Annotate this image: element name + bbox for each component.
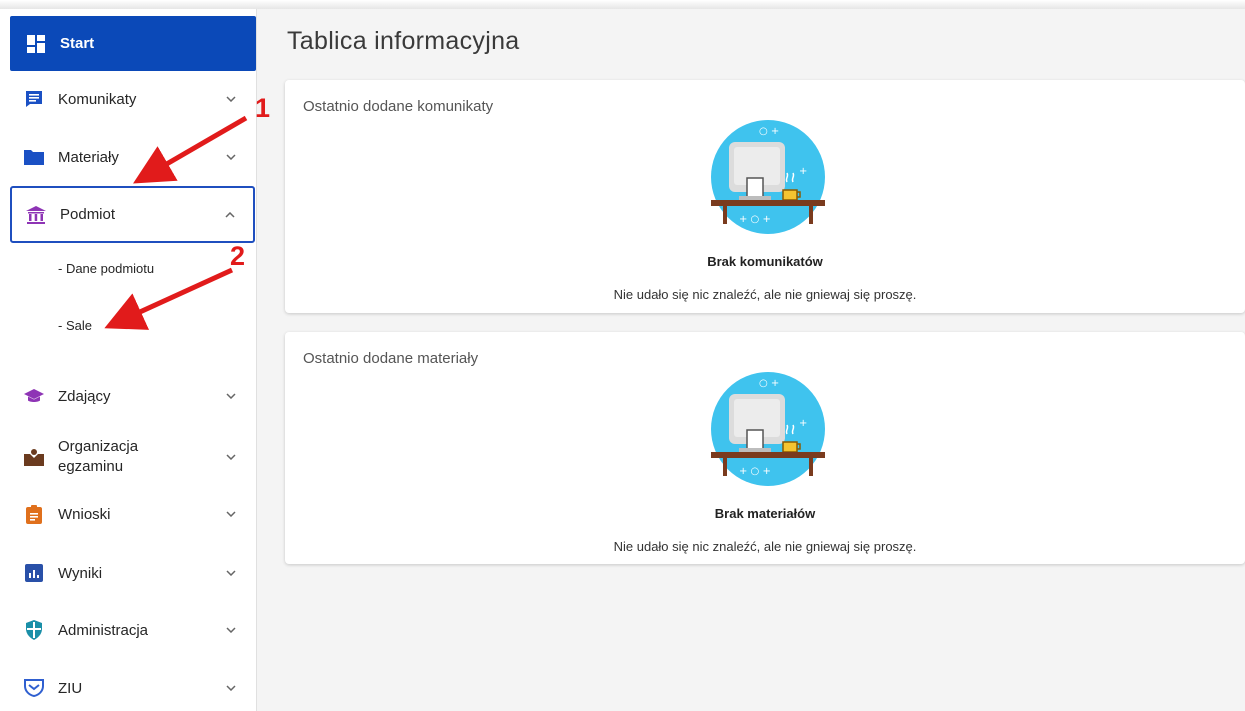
sidebar-item-label: Organizacja egzaminu [58, 438, 139, 475]
sidebar-item-podmiot[interactable]: Podmiot [10, 186, 255, 243]
clipboard-icon [24, 504, 44, 524]
annotation-number-1: 1 [255, 93, 271, 123]
sidebar-item-label: ZIU [58, 679, 83, 697]
person-desk-icon [24, 447, 44, 467]
folder-icon [24, 147, 44, 167]
chevron-down-icon[interactable] [224, 507, 238, 521]
sidebar-item-label: Wyniki [58, 564, 103, 582]
sidebar-item-label: Materiały [58, 148, 119, 166]
sidebar-item-administracja[interactable]: Administracja [8, 610, 256, 650]
empty-state-title: Brak komunikatów [707, 254, 823, 269]
message-icon [24, 89, 44, 109]
chevron-down-icon[interactable] [224, 681, 238, 695]
empty-desk-illustration: ○ + + + ○ + [711, 120, 825, 234]
shield-icon [24, 620, 44, 640]
chevron-up-icon[interactable] [223, 208, 237, 222]
sidebar-item-label: Administracja [58, 621, 149, 639]
svg-text:○ +: ○ + [759, 126, 779, 137]
ziu-logo-icon [24, 678, 44, 698]
svg-text:+ ○ +: + ○ + [739, 214, 771, 225]
page-title: Tablica informacyjna [287, 27, 520, 55]
chevron-down-icon[interactable] [224, 623, 238, 637]
sidebar-item-label: Podmiot [60, 206, 116, 223]
annotation-number-2: 2 [230, 241, 246, 271]
card-latest-messages: Ostatnio dodane komunikaty ○ + + + ○ + B… [285, 80, 1245, 313]
card-heading: Ostatnio dodane komunikaty [303, 98, 494, 115]
sidebar-item-organizacja-egzaminu[interactable]: Organizacja egzaminu [8, 427, 256, 487]
sidebar-item-materialy[interactable]: Materiały [8, 137, 256, 177]
sidebar-item-start[interactable]: Start [10, 16, 256, 71]
sidebar-item-label: Komunikaty [58, 90, 137, 108]
sidebar-item-label: Zdający [58, 387, 111, 405]
chevron-down-icon[interactable] [224, 150, 238, 164]
empty-state-title: Brak materiałów [714, 506, 816, 521]
sidebar: Start Komunikaty Materiały Podmiot - Dan… [0, 9, 257, 711]
top-shadow-bar [0, 0, 1245, 9]
svg-text:○ +: ○ + [759, 378, 779, 389]
empty-desk-illustration: ○ + + + ○ + [711, 372, 825, 486]
empty-state-text: Nie udało się nic znaleźć, ale nie gniew… [613, 287, 917, 302]
sidebar-subitem-dane-podmiotu[interactable]: - Dane podmiotu [58, 261, 154, 276]
bar-chart-icon [24, 563, 44, 583]
sidebar-item-komunikaty[interactable]: Komunikaty [8, 79, 256, 119]
sidebar-item-wnioski[interactable]: Wnioski [8, 494, 256, 534]
chevron-down-icon[interactable] [224, 92, 238, 106]
svg-text:+: + [799, 418, 807, 429]
graduation-cap-icon [24, 386, 44, 406]
svg-text:+ ○ +: + ○ + [739, 466, 771, 477]
sidebar-item-label: Start [60, 35, 95, 52]
institution-icon [26, 205, 46, 225]
sidebar-item-ziu[interactable]: ZIU [8, 668, 256, 708]
svg-text:+: + [799, 166, 807, 177]
card-heading: Ostatnio dodane materiały [303, 350, 479, 367]
sidebar-item-zdajacy[interactable]: Zdający [8, 376, 256, 416]
sidebar-subitem-sale[interactable]: - Sale [58, 318, 92, 333]
dashboard-icon [26, 34, 46, 54]
chevron-down-icon[interactable] [224, 566, 238, 580]
sidebar-item-label: Wnioski [58, 505, 111, 523]
empty-state-text: Nie udało się nic znaleźć, ale nie gniew… [613, 539, 917, 554]
sidebar-item-wyniki[interactable]: Wyniki [8, 553, 256, 593]
chevron-down-icon[interactable] [224, 450, 238, 464]
chevron-down-icon[interactable] [224, 389, 238, 403]
card-latest-materials: Ostatnio dodane materiały ○ + + + ○ + Br… [285, 332, 1245, 564]
